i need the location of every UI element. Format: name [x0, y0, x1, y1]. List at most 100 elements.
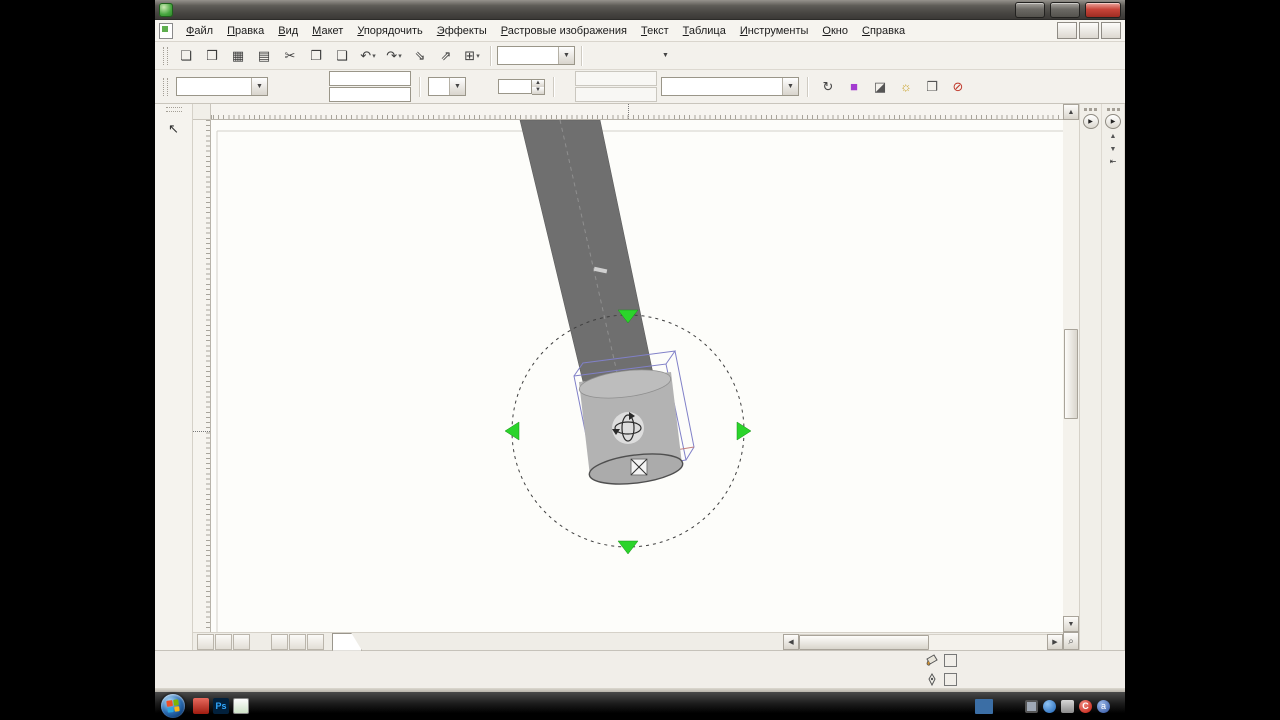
- next-page-button[interactable]: [271, 634, 288, 650]
- first-page-button[interactable]: [215, 634, 232, 650]
- scroll-up-icon[interactable]: ▲: [1063, 104, 1079, 120]
- previous-page-button[interactable]: [233, 634, 250, 650]
- start-button[interactable]: [161, 694, 185, 718]
- print-button[interactable]: ▤▾: [252, 44, 276, 68]
- new-button[interactable]: ❏▾: [174, 44, 198, 68]
- menu-item[interactable]: Окно: [815, 22, 855, 40]
- vp-mode-combo[interactable]: ▼: [661, 77, 799, 96]
- scroll-right-icon[interactable]: ▶: [1047, 634, 1063, 650]
- scrollbar-thumb[interactable]: [799, 635, 929, 650]
- pick-tool[interactable]: ↖: [159, 116, 189, 142]
- menu-item[interactable]: Справка: [855, 22, 912, 40]
- extrude-depth-icon: [470, 76, 494, 98]
- menu-item[interactable]: Таблица: [676, 22, 733, 40]
- menu-item[interactable]: Текст: [634, 22, 676, 40]
- mdi-restore-button[interactable]: [1079, 22, 1099, 39]
- palette-flyout-button[interactable]: ▶: [1105, 114, 1121, 129]
- redo-button[interactable]: ↷▾: [382, 44, 406, 68]
- toolbar-grip[interactable]: [163, 47, 168, 65]
- mdi-minimize-button[interactable]: [1057, 22, 1077, 39]
- extrude-rotation-button[interactable]: ↻: [816, 76, 840, 98]
- copy-button[interactable]: ❐▾: [304, 44, 328, 68]
- save-button[interactable]: ▦▾: [226, 44, 250, 68]
- y-position-field[interactable]: [329, 87, 411, 102]
- language-indicator[interactable]: [975, 699, 993, 714]
- copy-extrude-button[interactable]: ❐: [920, 76, 944, 98]
- extrude-bevel-button[interactable]: ◪: [868, 76, 892, 98]
- quicklaunch-app1-icon[interactable]: [193, 698, 209, 714]
- menu-item[interactable]: Вид: [271, 22, 305, 40]
- menu-item[interactable]: Упорядочить: [350, 22, 429, 40]
- display-tray-icon[interactable]: [1025, 700, 1038, 713]
- menu-item[interactable]: Файл: [179, 22, 220, 40]
- fill-color-swatch: [944, 654, 957, 667]
- desktop-screen: ФайлПравкаВидМакетУпорядочитьЭффектыРаст…: [155, 0, 1125, 692]
- menu-item[interactable]: Инструменты: [733, 22, 816, 40]
- open-button[interactable]: ❒▾: [200, 44, 224, 68]
- add-page-button[interactable]: [307, 634, 324, 650]
- workspace: ↖: [155, 104, 1125, 650]
- toolbox: ↖: [155, 104, 193, 650]
- clear-extrude-button[interactable]: ⊘: [946, 76, 970, 98]
- menu-item[interactable]: Эффекты: [430, 22, 494, 40]
- palette-scroll-up-icon[interactable]: ▲: [1106, 131, 1120, 142]
- minimize-button[interactable]: [1015, 2, 1045, 18]
- video-frame: ФайлПравкаВидМакетУпорядочитьЭффектыРаст…: [0, 0, 1280, 720]
- vertical-ruler[interactable]: [193, 120, 211, 632]
- navigator-button[interactable]: ⌕: [1063, 632, 1079, 650]
- palette-grip[interactable]: [1089, 108, 1092, 111]
- add-page-button[interactable]: [197, 634, 214, 650]
- messenger-tray-icon[interactable]: [1043, 700, 1056, 713]
- standard-toolbar: ❏▾ ❒▾ ▦▾ ▤▾ ✂▾ ❐▾ ❑▾ ↶▾ ↷▾ ⇘▾: [155, 42, 1125, 70]
- page-tab[interactable]: [332, 633, 362, 651]
- ruler-origin[interactable]: [193, 104, 211, 120]
- options-button[interactable]: [676, 44, 700, 68]
- chevron-down-icon: ▼: [658, 47, 673, 64]
- zoom-level-combo[interactable]: ▼: [497, 46, 575, 65]
- antivirus-tray-icon[interactable]: C: [1079, 700, 1092, 713]
- scroll-left-icon[interactable]: ◀: [783, 634, 799, 650]
- vertical-scrollbar[interactable]: ▲ ▼ ⌕: [1063, 104, 1080, 650]
- quicklaunch-app3-icon[interactable]: [233, 698, 249, 714]
- scroll-down-icon[interactable]: ▼: [1063, 616, 1079, 632]
- palette-flyout-button[interactable]: ▶: [1083, 114, 1099, 129]
- restore-button[interactable]: [1050, 2, 1080, 18]
- horizontal-ruler[interactable]: [211, 104, 1063, 120]
- device-tray-icon[interactable]: [1061, 700, 1074, 713]
- close-button[interactable]: [1085, 2, 1121, 18]
- import-button[interactable]: ⇘▾: [408, 44, 432, 68]
- extrude-presets-combo[interactable]: ▼: [176, 77, 268, 96]
- palette-expand-icon[interactable]: ⇤: [1110, 157, 1117, 166]
- paste-button[interactable]: ❑▾: [330, 44, 354, 68]
- mdi-close-button[interactable]: [1101, 22, 1121, 39]
- undo-button[interactable]: ↶▾: [356, 44, 380, 68]
- toolbar-grip[interactable]: [163, 78, 168, 96]
- canvas[interactable]: [211, 120, 1063, 632]
- last-page-button[interactable]: [289, 634, 306, 650]
- extrusion-type-button[interactable]: ▼: [428, 77, 466, 96]
- app-tray-icon[interactable]: a: [1097, 700, 1110, 713]
- document-icon: [159, 23, 173, 39]
- spinner-up-icon: ▲: [532, 80, 544, 87]
- export-button[interactable]: ⇗▾: [434, 44, 458, 68]
- x-position-field[interactable]: [329, 71, 411, 86]
- palette-grip[interactable]: [1112, 108, 1115, 111]
- menu-item[interactable]: Правка: [220, 22, 271, 40]
- app-launcher-button[interactable]: ⊞▾: [460, 44, 484, 68]
- cut-button[interactable]: ✂▾: [278, 44, 302, 68]
- toolbox-grip[interactable]: [166, 107, 182, 112]
- horizontal-scrollbar[interactable]: ◀ ▶: [783, 634, 1063, 650]
- extrude-color-button[interactable]: ■: [842, 76, 866, 98]
- drawing: [211, 120, 1063, 632]
- menu-item[interactable]: Макет: [305, 22, 350, 40]
- drawing-area: ◀ ▶: [193, 104, 1063, 650]
- scrollbar-thumb[interactable]: [1064, 329, 1078, 419]
- menu-item[interactable]: Растровые изображения: [494, 22, 634, 40]
- photoshop-icon[interactable]: Ps: [213, 698, 229, 714]
- snap-to-combo[interactable]: ▼: [588, 46, 674, 65]
- outline-color-swatch: [944, 673, 957, 686]
- extrude-lighting-button[interactable]: ☼: [894, 76, 918, 98]
- chevron-down-icon: ▼: [782, 78, 798, 95]
- depth-spinner[interactable]: ▲▼: [498, 79, 545, 95]
- palette-scroll-down-icon[interactable]: ▼: [1106, 144, 1120, 155]
